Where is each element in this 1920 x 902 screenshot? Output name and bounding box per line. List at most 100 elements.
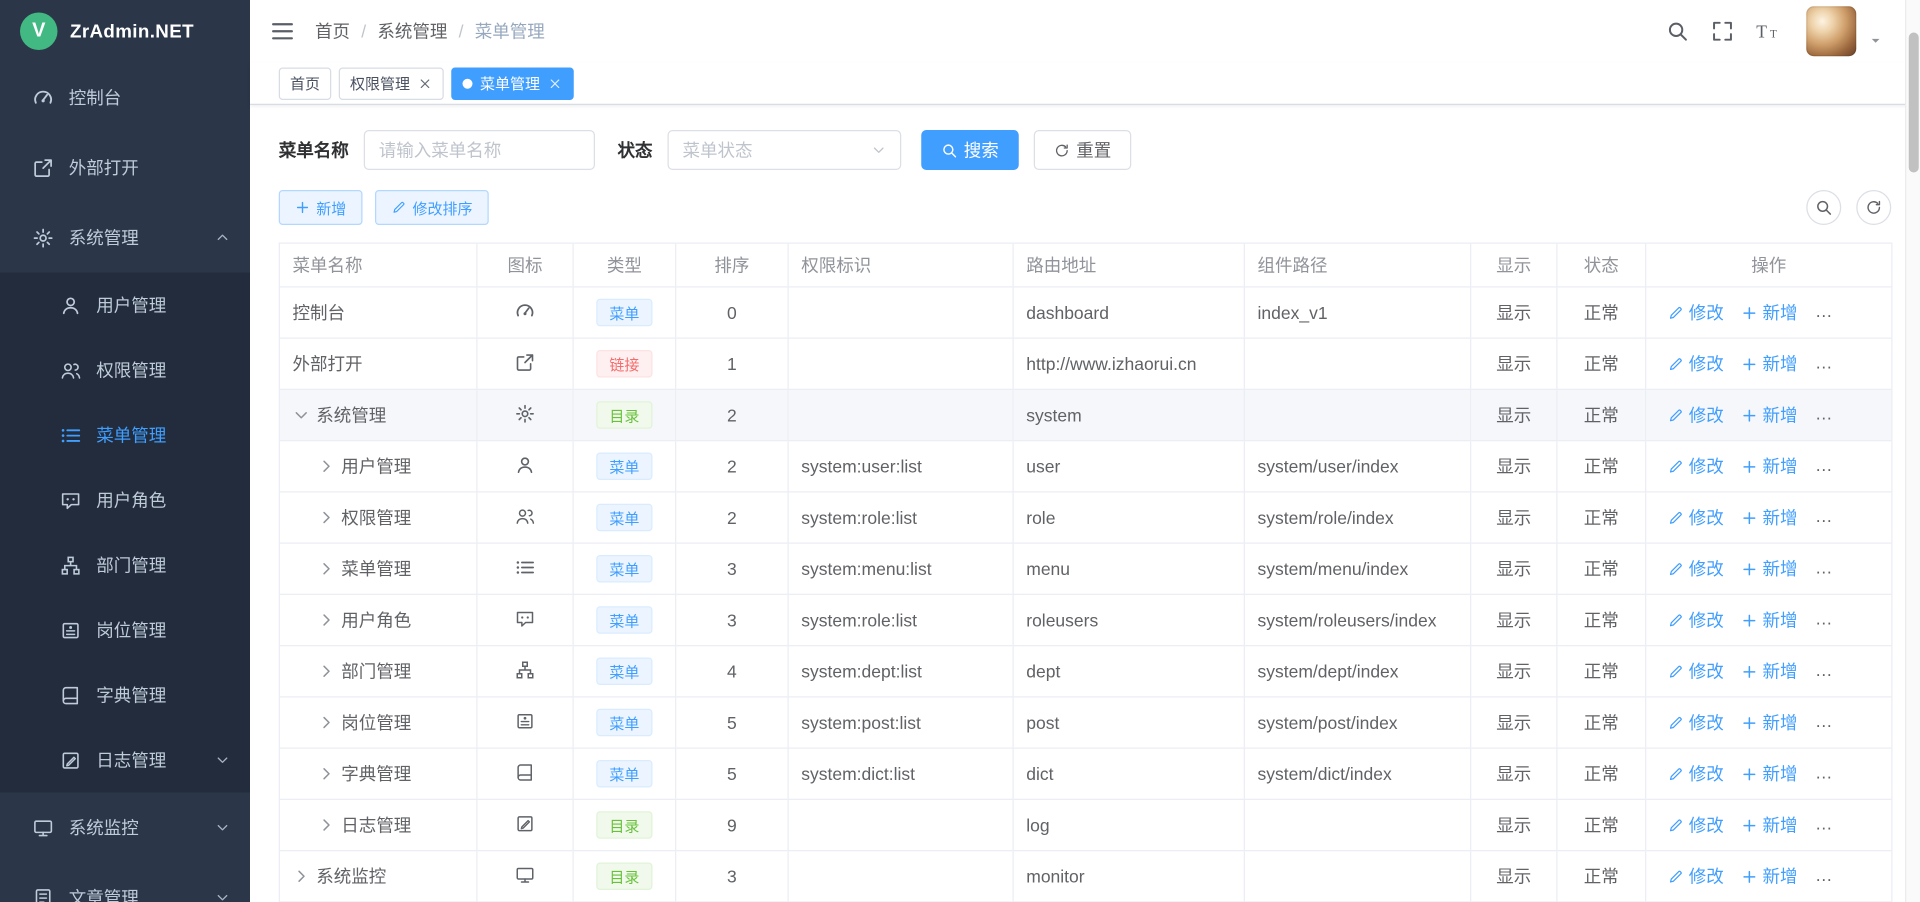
menu-name-cell: 用户管理 [279,441,477,492]
chevron-right-icon[interactable] [318,714,336,732]
route-text: role [1026,508,1055,528]
edit-icon [1668,509,1684,525]
add-link[interactable]: 新增 [1741,556,1797,581]
sidebar-item-label: 系统管理 [69,225,233,250]
close-icon[interactable] [418,76,433,91]
sidebar-item[interactable]: 系统监控 [0,793,250,863]
route-cell: monitor [1013,851,1244,902]
hamburger-icon[interactable] [270,19,295,44]
sidebar-item[interactable]: 外部打开 [0,133,250,203]
edit-sort-button[interactable]: 修改排序 [375,190,489,225]
visible-text: 显示 [1496,610,1531,630]
sidebar-item[interactable]: 控制台 [0,63,250,133]
add-link[interactable]: 新增 [1741,505,1797,530]
chevron-right-icon[interactable] [318,458,336,476]
scrollbar-thumb[interactable] [1909,33,1919,173]
edit-link[interactable]: 修改 [1668,300,1724,325]
id-badge-icon [60,619,81,640]
edit-link[interactable]: 修改 [1668,659,1724,684]
sidebar-item[interactable]: 岗位管理 [0,598,250,663]
edit-link[interactable]: 修改 [1668,454,1724,479]
edit-link[interactable]: 修改 [1668,761,1724,786]
route-cell: dict [1013,748,1244,799]
edit-link[interactable]: 修改 [1668,505,1724,530]
add-link[interactable]: 新增 [1741,659,1797,684]
chevron-right-icon[interactable] [318,560,336,578]
chevron-right-icon[interactable] [293,868,311,886]
add-link[interactable]: 新增 [1741,761,1797,786]
chevron-right-icon[interactable] [318,663,336,681]
reset-button[interactable]: 重置 [1034,130,1132,170]
edit-link[interactable]: 修改 [1668,351,1724,376]
status-text: 正常 [1584,815,1619,835]
component-cell [1244,389,1470,440]
edit-link[interactable]: 修改 [1668,864,1724,889]
sidebar-item[interactable]: 权限管理 [0,338,250,403]
sidebar-item[interactable]: 菜单管理 [0,403,250,468]
sidebar-item[interactable]: 部门管理 [0,533,250,598]
breadcrumb-item[interactable]: 首页 [315,19,350,44]
add-link[interactable]: 新增 [1741,300,1797,325]
toggle-search-button[interactable] [1806,190,1841,225]
tab[interactable]: 首页 [279,67,332,100]
user-avatar[interactable] [1806,6,1856,56]
edit-link[interactable]: 修改 [1668,710,1724,735]
edit-link[interactable]: 修改 [1668,813,1724,838]
menu-name-text: 权限管理 [341,505,411,530]
add-link[interactable]: 新增 [1741,351,1797,376]
refresh-icon [1054,142,1070,158]
edit-icon [1668,356,1684,372]
component-cell [1244,799,1470,850]
sidebar-item[interactable]: 文章管理 [0,863,250,902]
edit-link[interactable]: 修改 [1668,556,1724,581]
perm-cell [788,851,1013,902]
add-button[interactable]: 新增 [279,190,363,225]
edit-link[interactable]: 修改 [1668,403,1724,428]
tab[interactable]: 菜单管理 [451,67,574,100]
tab[interactable]: 权限管理 [339,67,444,100]
chevron-right-icon[interactable] [318,816,336,834]
table-row: 控制台菜单0dashboardindex_v1显示正常修改新增删除 [279,287,1892,338]
chevron-right-icon[interactable] [318,509,336,527]
status-cell: 正常 [1557,338,1646,389]
caret-down-icon[interactable] [1869,33,1883,47]
log-icon [515,813,535,833]
font-size-button[interactable]: TT [1749,13,1787,51]
chevron-right-icon[interactable] [318,611,336,629]
vertical-scrollbar[interactable] [1905,0,1920,902]
breadcrumb-item[interactable]: 系统管理 [377,19,447,44]
close-icon[interactable] [548,76,563,91]
status-select-placeholder: 菜单状态 [683,138,753,163]
add-link[interactable]: 新增 [1741,403,1797,428]
op-label: 删除 [1836,864,1871,889]
search-submit-button[interactable]: 搜索 [921,130,1019,170]
sidebar-item[interactable]: 用户角色 [0,468,250,533]
chevron-down-icon[interactable] [293,406,311,424]
edit-icon [1668,663,1684,679]
add-link[interactable]: 新增 [1741,813,1797,838]
sidebar-item[interactable]: 日志管理 [0,728,250,793]
add-link[interactable]: 新增 [1741,454,1797,479]
sidebar-item[interactable]: 系统管理 [0,203,250,273]
sidebar-item[interactable]: 用户管理 [0,273,250,338]
sort-text: 2 [727,508,737,528]
menu-name-input[interactable] [364,130,595,170]
refresh-table-button[interactable] [1856,190,1891,225]
plus-icon [1741,766,1757,782]
visible-text: 显示 [1496,303,1531,323]
top-navbar: 首页/系统管理/菜单管理 TT [250,0,1920,63]
visible-cell: 显示 [1471,492,1557,543]
status-select[interactable]: 菜单状态 [668,130,902,170]
add-link[interactable]: 新增 [1741,608,1797,633]
status-label: 状态 [618,138,653,163]
sidebar-item[interactable]: 字典管理 [0,663,250,728]
sidebar-item-label: 字典管理 [96,683,232,708]
add-link[interactable]: 新增 [1741,710,1797,735]
fullscreen-button[interactable] [1704,13,1742,51]
app-logo[interactable]: V ZrAdmin.NET [0,0,250,63]
add-link[interactable]: 新增 [1741,864,1797,889]
status-cell: 正常 [1557,441,1646,492]
search-button[interactable] [1659,13,1697,51]
chevron-right-icon[interactable] [318,765,336,783]
edit-link[interactable]: 修改 [1668,608,1724,633]
